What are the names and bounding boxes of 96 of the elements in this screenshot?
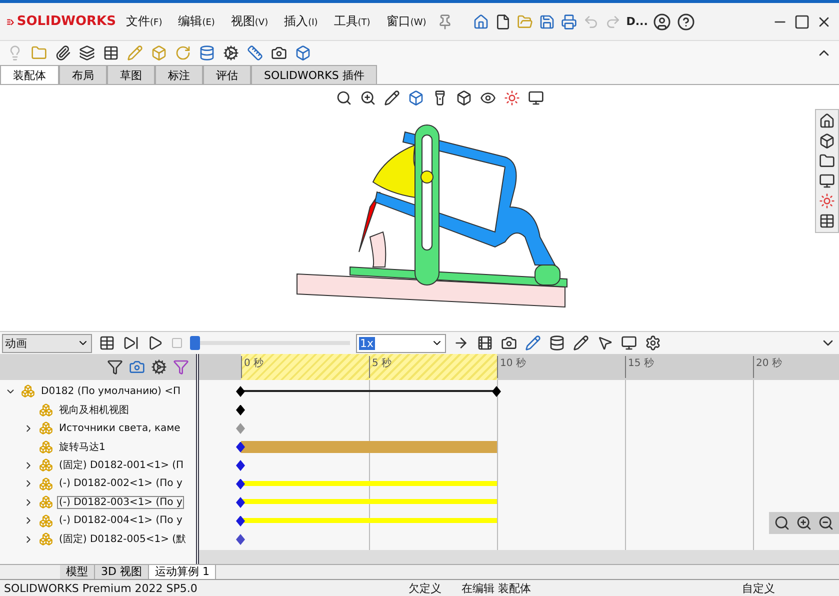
database-icon[interactable] bbox=[548, 334, 566, 352]
ribbon-tab[interactable]: 标注 bbox=[155, 65, 203, 84]
monitor-icon[interactable] bbox=[818, 172, 836, 190]
ribbon-tab[interactable]: 评估 bbox=[203, 65, 251, 84]
maximize-icon[interactable] bbox=[793, 12, 811, 30]
key-point[interactable] bbox=[236, 478, 245, 490]
key-point[interactable] bbox=[236, 497, 245, 508]
product-version: SOLIDWORKS Premium 2022 SP5.0 bbox=[4, 582, 198, 594]
gear-icon[interactable] bbox=[222, 44, 240, 62]
ribbon-tab[interactable]: SOLIDWORKS 插件 bbox=[251, 65, 378, 84]
key-point[interactable] bbox=[236, 460, 245, 471]
key-point[interactable] bbox=[236, 534, 245, 545]
tree-item[interactable]: (固定) D0182-005<1> (默 bbox=[57, 531, 188, 548]
edit-mode: 在编辑 装配体 bbox=[461, 580, 531, 596]
filter-icon[interactable] bbox=[106, 358, 124, 376]
view-tab[interactable]: 模型 bbox=[60, 565, 95, 579]
ribbon-tab[interactable]: 装配体 bbox=[0, 65, 59, 84]
ribbon-tab[interactable]: 草图 bbox=[107, 65, 155, 84]
tree-item[interactable]: (-) D0182-003<1> (По у bbox=[57, 496, 184, 509]
tree-item[interactable]: 视向及相机视图 bbox=[57, 402, 131, 418]
part-icon bbox=[38, 531, 54, 548]
part-icon bbox=[38, 420, 54, 436]
paperclip-icon[interactable] bbox=[54, 44, 72, 62]
menu-item[interactable]: 工具(T) bbox=[328, 13, 376, 30]
ribbon-tab[interactable]: 布局 bbox=[59, 65, 107, 84]
ruler-icon[interactable] bbox=[246, 44, 264, 62]
part-icon bbox=[38, 512, 54, 529]
time-tick: 10 秒 bbox=[497, 356, 526, 378]
time-tick: 15 秒 bbox=[625, 356, 654, 378]
search-icon[interactable] bbox=[334, 89, 352, 107]
print-icon[interactable] bbox=[560, 12, 578, 30]
camera-icon[interactable] bbox=[500, 334, 518, 352]
horizontal-scrollbar[interactable] bbox=[199, 550, 839, 564]
home-icon[interactable] bbox=[818, 112, 836, 130]
pointer-icon[interactable] bbox=[596, 334, 614, 352]
view-tab[interactable]: 3D 视图 bbox=[95, 565, 149, 579]
box-icon[interactable] bbox=[406, 89, 424, 107]
cube-icon[interactable] bbox=[454, 89, 472, 107]
menu-item[interactable]: 文件(F) bbox=[120, 13, 168, 30]
menu-item[interactable]: 视图(V) bbox=[224, 13, 274, 30]
tree-item[interactable]: D0182 (По умолчанию) <П bbox=[39, 384, 182, 398]
help-icon[interactable] bbox=[676, 12, 696, 32]
gear-icon[interactable] bbox=[150, 358, 168, 376]
monitor-icon[interactable] bbox=[620, 334, 638, 352]
part-icon bbox=[20, 383, 36, 400]
home-icon[interactable] bbox=[472, 12, 490, 30]
film-icon[interactable] bbox=[476, 334, 494, 352]
key-point[interactable] bbox=[236, 404, 245, 416]
tree-item[interactable]: (固定) D0182-001<1> (П bbox=[57, 457, 186, 474]
database-icon[interactable] bbox=[198, 44, 216, 62]
units-setting[interactable]: 自定义 bbox=[742, 580, 775, 596]
key-point[interactable] bbox=[236, 386, 245, 397]
save-icon[interactable] bbox=[538, 12, 556, 30]
folder-icon[interactable] bbox=[818, 152, 836, 170]
monitor-icon[interactable] bbox=[526, 89, 544, 107]
zoom-out-icon[interactable] bbox=[817, 514, 835, 532]
part-icon bbox=[38, 402, 54, 418]
app-logo: SOLIDWORKS bbox=[6, 14, 116, 29]
tree-item[interactable]: (-) D0182-004<1> (По у bbox=[57, 514, 184, 528]
part-icon bbox=[38, 438, 54, 455]
part-icon bbox=[38, 457, 54, 474]
study-type-dropdown[interactable]: 动画 bbox=[2, 334, 92, 352]
sun-icon[interactable] bbox=[818, 192, 836, 210]
table-icon[interactable] bbox=[818, 212, 836, 230]
table-icon[interactable] bbox=[102, 44, 120, 62]
document-name[interactable]: D... bbox=[626, 15, 648, 28]
key-point[interactable] bbox=[236, 516, 245, 526]
pencil-icon[interactable] bbox=[382, 89, 400, 107]
layers-icon[interactable] bbox=[78, 44, 96, 62]
time-tick: 0 秒 bbox=[241, 356, 264, 378]
view-tab[interactable]: 运动算例 1 bbox=[148, 565, 216, 579]
zoom-fit-icon[interactable] bbox=[773, 514, 791, 532]
gear-icon[interactable] bbox=[644, 334, 662, 352]
playback-slider-thumb[interactable] bbox=[190, 336, 200, 350]
zoom-in-icon[interactable] bbox=[795, 514, 813, 532]
sun-icon[interactable] bbox=[502, 89, 520, 107]
part-icon bbox=[38, 476, 54, 492]
time-tick: 5 秒 bbox=[369, 356, 392, 378]
playback-slider[interactable] bbox=[190, 335, 350, 351]
part-icon bbox=[38, 494, 54, 510]
key-point[interactable] bbox=[492, 386, 501, 397]
menu-item[interactable]: 插入(I) bbox=[278, 13, 324, 30]
time-tick: 20 秒 bbox=[753, 356, 782, 378]
menu-item[interactable]: 编辑(E) bbox=[172, 13, 221, 30]
menu-item[interactable]: 窗口(W) bbox=[380, 13, 432, 30]
play-from-start-icon[interactable] bbox=[122, 334, 140, 352]
tree-item[interactable]: (-) D0182-002<1> (По у bbox=[57, 477, 184, 490]
box-icon[interactable] bbox=[818, 132, 836, 150]
zoom-in-icon[interactable] bbox=[358, 89, 376, 107]
tree-item[interactable]: Источники света, каме bbox=[57, 422, 182, 435]
camera-icon[interactable] bbox=[270, 44, 288, 62]
playback-speed-dropdown[interactable]: 1x bbox=[356, 334, 446, 352]
tree-item[interactable]: 旋转马达1 bbox=[57, 438, 108, 455]
user-icon[interactable] bbox=[652, 12, 672, 32]
pencil-icon[interactable] bbox=[572, 334, 590, 352]
definition-status: 欠定义 bbox=[408, 580, 442, 596]
